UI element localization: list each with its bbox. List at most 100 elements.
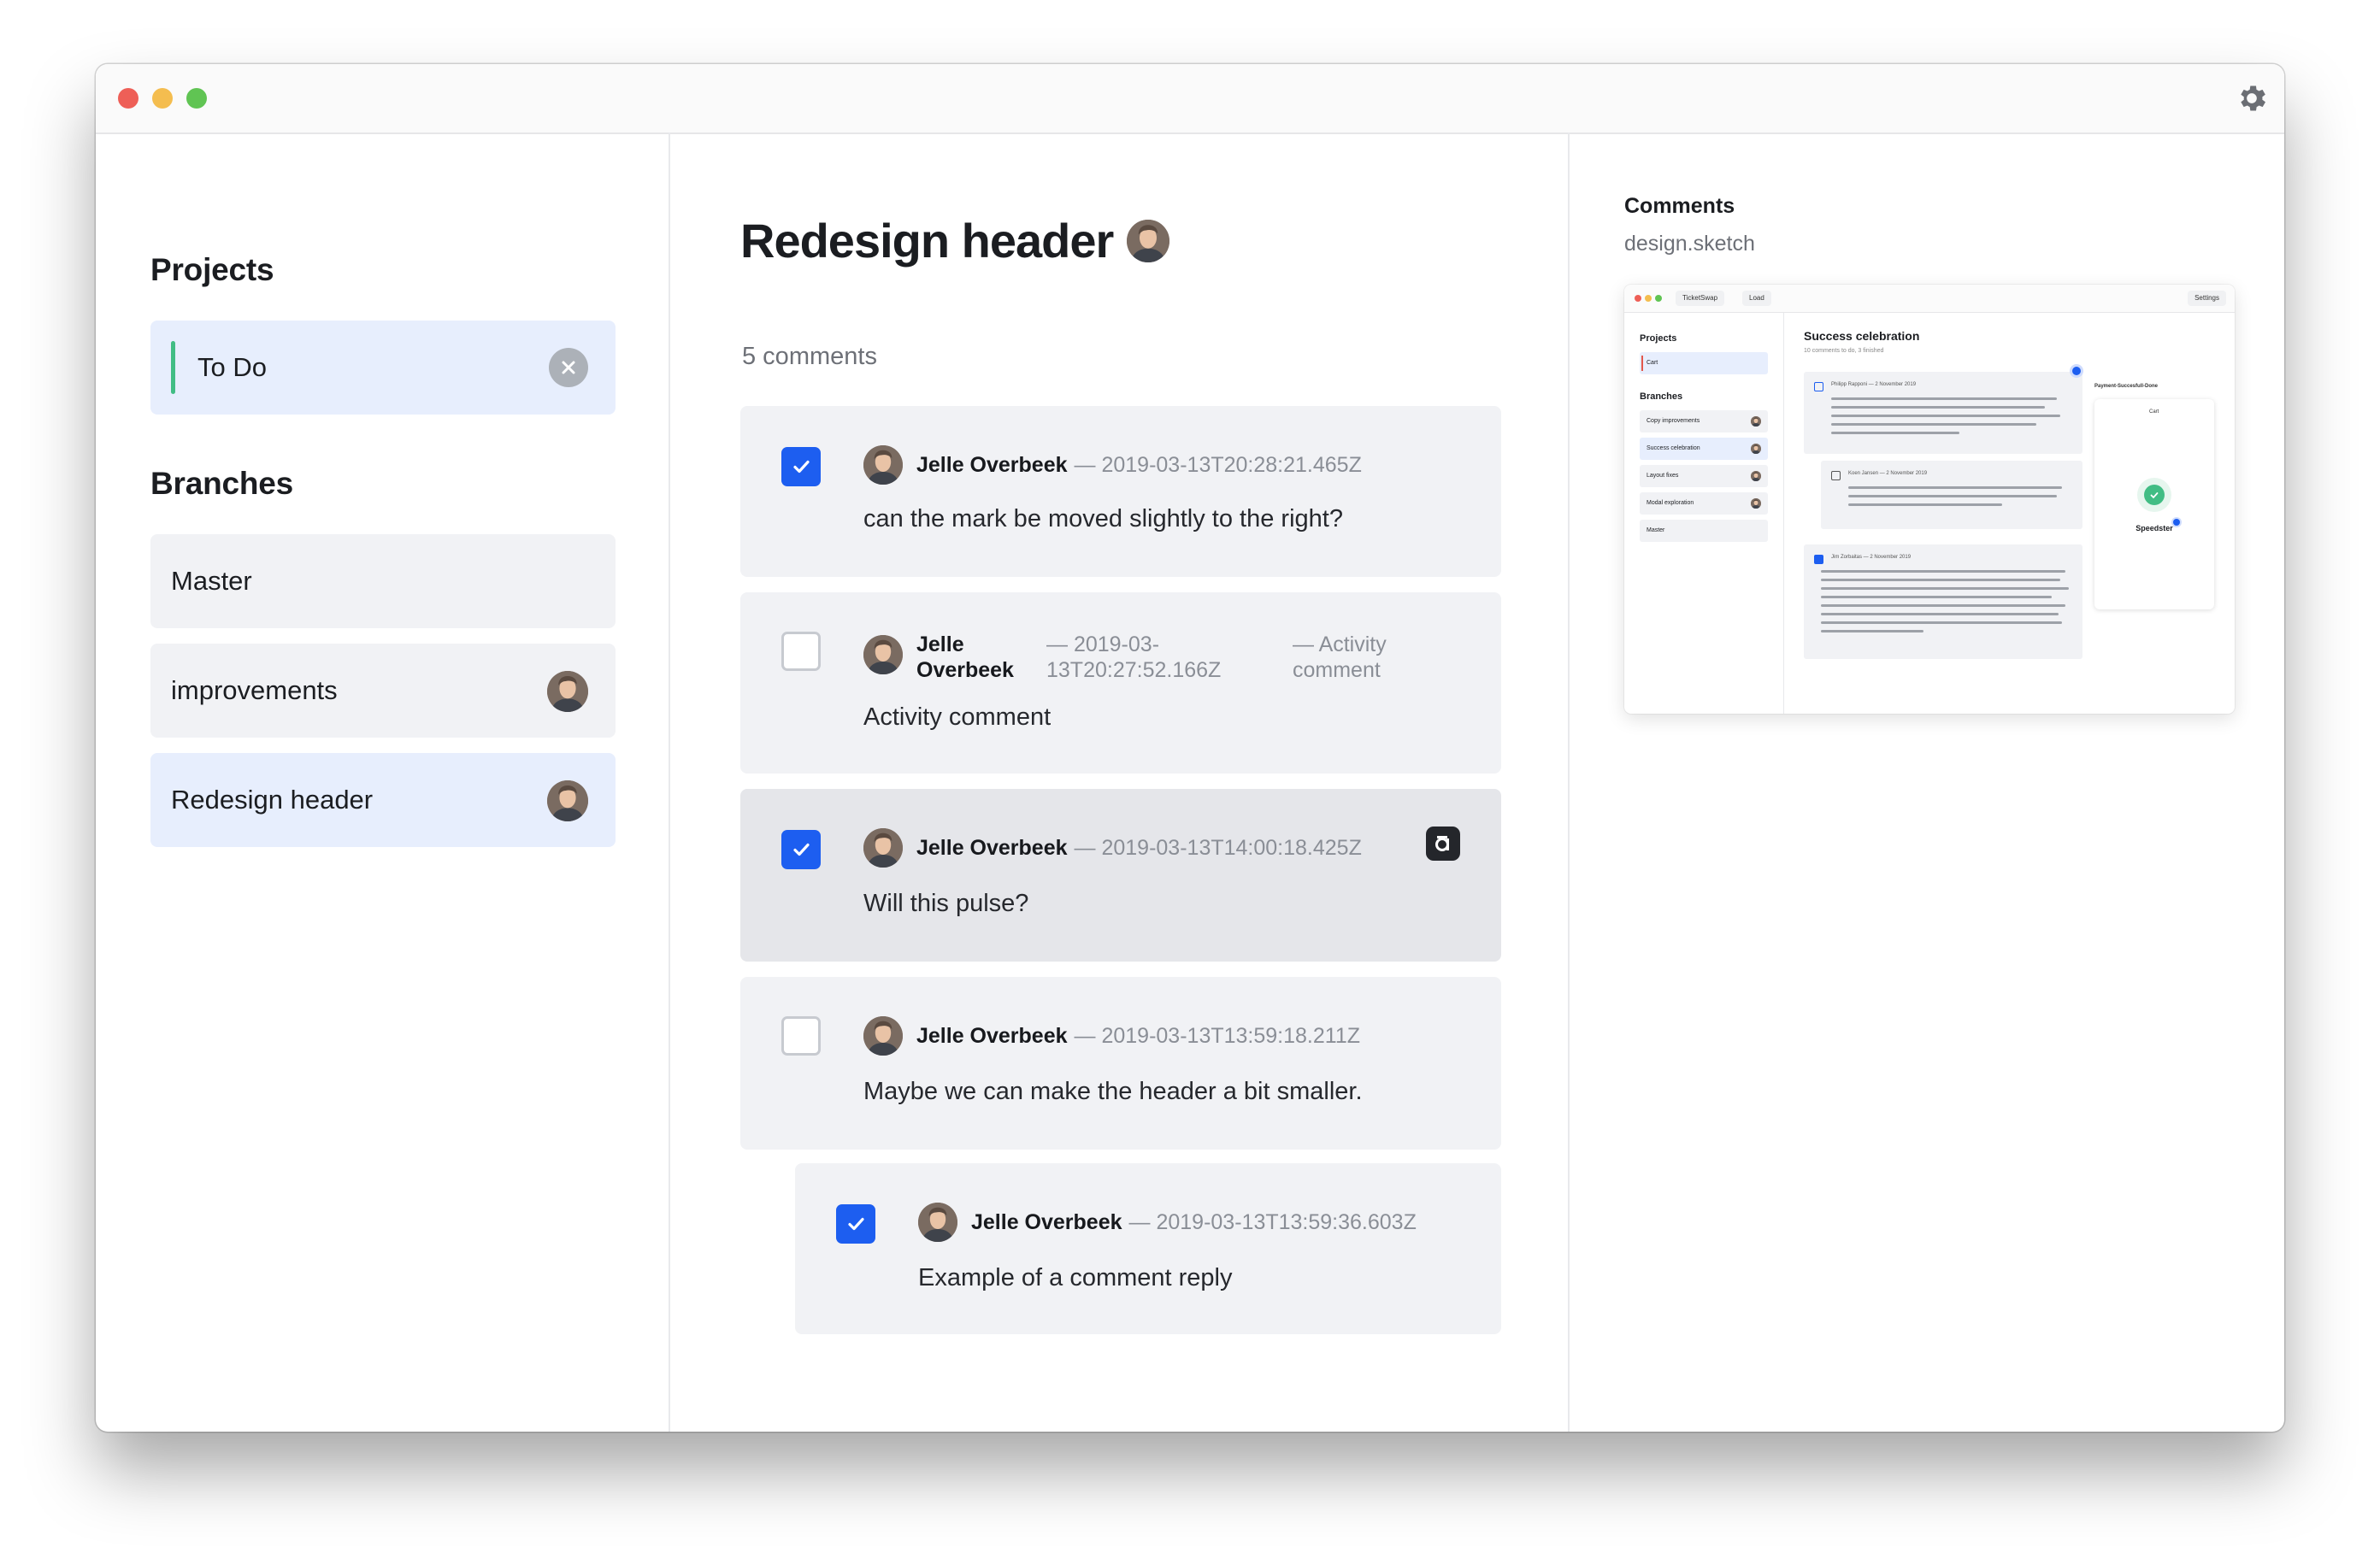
comment-timestamp: — 2019-03-13T13:59:18.211Z [1074, 1023, 1361, 1048]
preview-branch-item: Layout fixes [1640, 465, 1768, 487]
branch-label: improvements [171, 675, 338, 705]
preview-comment-author: Koen Jansen — 2 November 2019 [1848, 471, 1928, 476]
comments-pane: Redesign header 5 comments Jelle Overbee… [670, 132, 1570, 1432]
preview-artboard-sub: Cart [2149, 409, 2159, 415]
title-bar [96, 64, 2284, 134]
avatar [1127, 219, 1170, 262]
comment-author: Jelle Overbeek [916, 452, 1068, 477]
resolve-checkbox[interactable] [781, 447, 821, 486]
comment-text: Will this pulse? [863, 890, 1029, 917]
preview-branch-item: Copy improvements [1640, 410, 1768, 432]
avatar [1751, 471, 1761, 481]
remove-project-button[interactable] [549, 348, 588, 387]
preview-subheading: 10 comments to do, 3 finished [1804, 348, 1884, 354]
preview-comment-author: Philipp Rapponi — 2 November 2019 [1831, 382, 1917, 387]
avatar [863, 828, 903, 868]
avatar [918, 1203, 957, 1242]
activity-label: — Activity comment [1293, 632, 1387, 682]
branch-item-master[interactable]: Master [150, 534, 616, 628]
comment-card[interactable]: Jelle Overbeek — 2019-03-13T20:28:21.465… [740, 406, 1501, 577]
comment-timestamp: — 2019-03-13T13:59:36.603Z [1128, 1209, 1417, 1234]
preview-branch-item: Modal exploration [1640, 492, 1768, 515]
check-icon [848, 1217, 864, 1231]
file-name: design.sketch [1624, 232, 1755, 256]
preview-project-item: Cart [1640, 352, 1768, 374]
minimize-window-button[interactable] [152, 88, 173, 109]
preview-sidebar: Projects Cart Branches Copy improvements… [1624, 313, 1784, 714]
comment-text: Activity comment [863, 703, 1052, 731]
preview-branch-item: Master [1640, 520, 1768, 542]
zoom-window-button[interactable] [186, 88, 207, 109]
preview-project-label: Cart [1647, 360, 1658, 366]
project-item-todo[interactable]: To Do [150, 321, 616, 415]
gear-icon[interactable] [2235, 81, 2269, 115]
page-title-row: Redesign header [740, 213, 1170, 268]
preview-titlebar: TicketSwap Load Settings [1624, 285, 2235, 313]
branch-item-improvements[interactable]: improvements [150, 644, 616, 738]
preview-settings-pill: Settings [2188, 291, 2226, 306]
check-icon [793, 460, 810, 474]
branch-item-redesign-header[interactable]: Redesign header [150, 753, 616, 847]
comment-timestamp: — 2019-03-13T14:00:18.425Z [1074, 835, 1362, 860]
avatar [547, 780, 588, 821]
avatar [863, 635, 903, 674]
projects-heading: Projects [150, 252, 274, 287]
comment-author: Jelle Overbeek [971, 1209, 1122, 1234]
preview-project-pill: TicketSwap [1676, 291, 1725, 306]
close-icon [562, 361, 575, 374]
artboard-pane: Comments design.sketch TicketSwap Load S… [1570, 132, 2284, 1432]
avatar [1751, 498, 1761, 509]
preview-comment-author: Jim Zorbaitas — 2 November 2019 [1831, 555, 1912, 560]
preview-comment: Jim Zorbaitas — 2 November 2019 [1804, 544, 2082, 659]
project-accent-bar [171, 341, 175, 394]
abstract-icon[interactable] [1426, 827, 1460, 861]
resolve-checkbox[interactable] [836, 1204, 875, 1244]
avatar [1751, 416, 1761, 427]
comment-card[interactable]: Jelle Overbeek — 2019-03-13T13:59:18.211… [740, 977, 1501, 1150]
avatar [1751, 444, 1761, 454]
check-icon [793, 843, 810, 856]
app-window: Projects To Do Branches Master improveme… [96, 64, 2284, 1432]
comment-timestamp: — 2019-03-13T20:28:21.465Z [1074, 452, 1362, 477]
branch-label: Redesign header [171, 785, 374, 815]
page-title: Redesign header [740, 214, 1114, 268]
comments-heading: Comments [1624, 194, 1735, 218]
abstract-logo-glyph [1435, 836, 1449, 851]
close-window-button[interactable] [118, 88, 138, 109]
preview-branch-item: Success celebration [1640, 438, 1768, 460]
preview-phone-artboard: Payment-Succesfull-Done Cart Speedster [2094, 384, 2214, 609]
sidebar: Projects To Do Branches Master improveme… [96, 132, 670, 1432]
preview-branch-label: Success celebration [1647, 445, 1700, 451]
resolve-checkbox[interactable] [781, 1016, 821, 1056]
comment-author: Jelle Overbeek [916, 1023, 1068, 1048]
comment-text: Maybe we can make the header a bit small… [863, 1078, 1363, 1105]
comment-author: Jelle Overbeek [916, 835, 1068, 860]
comment-card[interactable]: Jelle Overbeek — 2019-03-13T20:27:52.166… [740, 592, 1501, 774]
preview-branch-label: Copy improvements [1647, 418, 1700, 424]
avatar [863, 445, 903, 485]
resolve-checkbox[interactable] [781, 830, 821, 869]
preview-heading: Success celebration [1804, 329, 1920, 343]
comment-timestamp: — 2019-03-13T20:27:52.166Z [1046, 632, 1222, 682]
preview-projects-label: Projects [1640, 333, 1677, 344]
comment-text: Example of a comment reply [918, 1264, 1233, 1291]
artboard-preview[interactable]: TicketSwap Load Settings Projects Cart B… [1624, 285, 2235, 714]
preview-comment: Philipp Rapponi — 2 November 2019 [1804, 372, 2082, 454]
comment-author: Jelle Overbeek [916, 632, 1014, 682]
preview-artboard-title: Payment-Succesfull-Done [2094, 384, 2159, 389]
resolve-checkbox[interactable] [781, 632, 821, 671]
project-label: To Do [197, 352, 267, 382]
comment-count: 5 comments [742, 343, 877, 370]
avatar [547, 671, 588, 712]
comment-reply-card[interactable]: Jelle Overbeek — 2019-03-13T13:59:36.603… [795, 1163, 1501, 1334]
preview-branch-label: Modal exploration [1647, 500, 1694, 506]
preview-artboard-label: Speedster [2136, 524, 2173, 532]
preview-branch-label: Master [1647, 527, 1665, 533]
preview-load-pill: Load [1742, 291, 1771, 306]
comment-text: can the mark be moved slightly to the ri… [863, 505, 1343, 532]
preview-comment-reply: Koen Jansen — 2 November 2019 [1821, 461, 2082, 529]
preview-branch-label: Layout fixes [1647, 473, 1679, 479]
comment-card[interactable]: Jelle Overbeek — 2019-03-13T14:00:18.425… [740, 789, 1501, 962]
preview-branches-label: Branches [1640, 391, 1683, 402]
branches-heading: Branches [150, 466, 294, 501]
